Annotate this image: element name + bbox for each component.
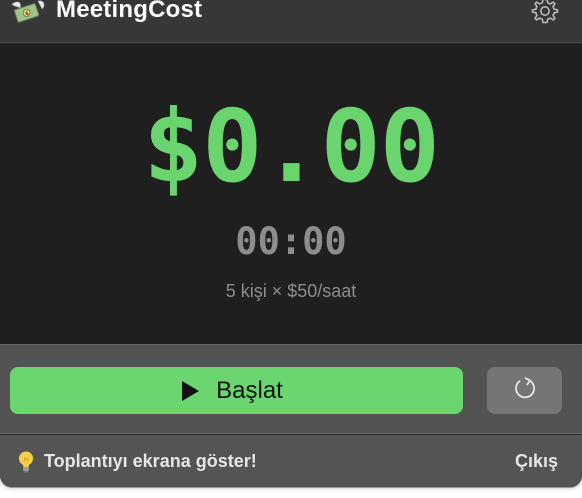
cost-display-panel: $0.00 00:00 5 kişi × $50/saat — [0, 44, 582, 344]
footer-bar: Toplantıyı ekrana göster! Çıkış — [0, 435, 582, 487]
start-button[interactable]: Başlat — [10, 367, 463, 414]
reset-button[interactable] — [487, 367, 562, 414]
app-title: MeetingCost — [56, 0, 203, 23]
cost-amount: $0.00 — [142, 88, 440, 205]
start-button-label: Başlat — [216, 376, 283, 404]
rate-info: 5 kişi × $50/saat — [225, 281, 357, 301]
reset-icon — [511, 374, 539, 407]
money-with-wings-icon: $ — [10, 0, 46, 28]
elapsed-timer: 00:00 — [235, 220, 347, 263]
play-icon — [180, 380, 200, 402]
app-window: $ MeetingCost $0.00 00:00 5 kişi × $50/s… — [0, 0, 582, 487]
gear-icon[interactable] — [530, 0, 560, 26]
controls-panel: Başlat — [0, 344, 582, 434]
quit-button[interactable]: Çıkış — [515, 451, 558, 472]
lightbulb-icon — [16, 450, 36, 474]
tip-text[interactable]: Toplantıyı ekrana göster! — [44, 451, 257, 472]
title-bar: $ MeetingCost — [0, 0, 582, 43]
